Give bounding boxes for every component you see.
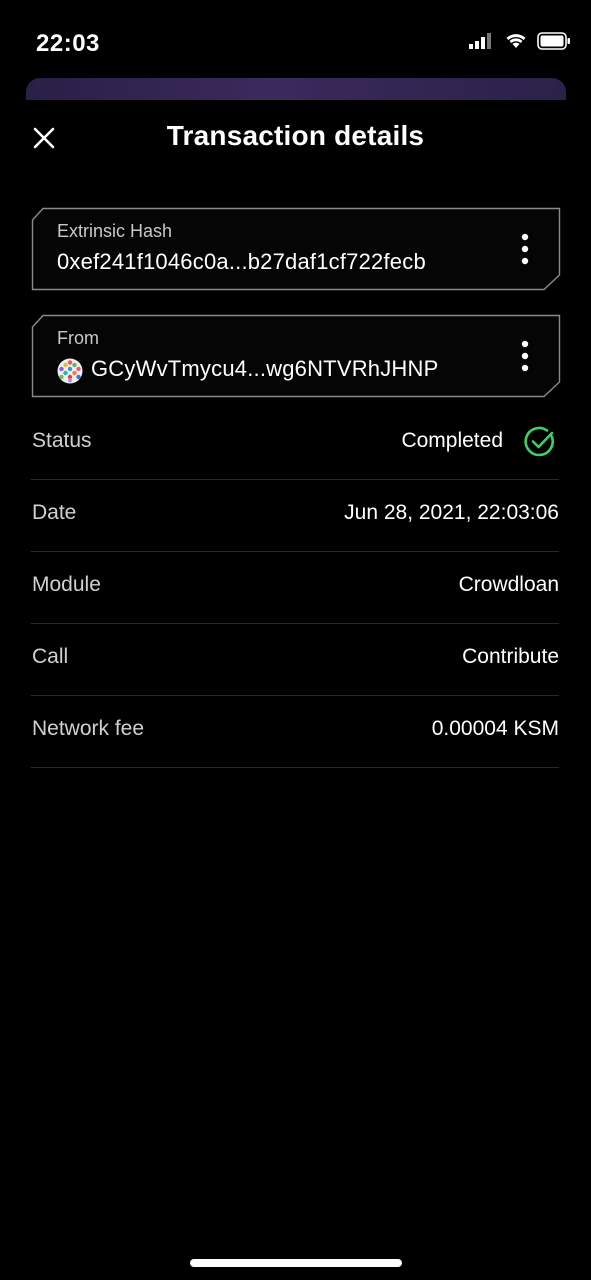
from-field[interactable]: From GCyWvTmycu4...wg6NTVRhJHNP <box>31 314 561 398</box>
network-fee-row: Network fee 0.00004 KSM <box>31 695 559 768</box>
status-label: Status <box>32 429 92 452</box>
home-indicator[interactable] <box>190 1259 402 1267</box>
extrinsic-hash-label: Extrinsic Hash <box>57 221 173 241</box>
call-value: Contribute <box>462 645 559 668</box>
module-label: Module <box>32 573 101 596</box>
signal-icon <box>469 33 491 49</box>
module-value: Crowdloan <box>458 573 559 596</box>
network-fee-label: Network fee <box>32 717 145 740</box>
status-row: Status Completed <box>31 407 559 480</box>
status-value: Completed <box>401 429 503 452</box>
from-address-value: GCyWvTmycu4...wg6NTVRhJHNP <box>91 356 439 381</box>
identicon-avatar <box>57 358 83 384</box>
status-icons <box>469 32 571 50</box>
more-vertical-icon <box>521 233 529 265</box>
from-more-button[interactable] <box>519 340 531 372</box>
call-label: Call <box>32 645 69 668</box>
extrinsic-hash-field[interactable]: Extrinsic Hash 0xef241f1046c0a...b27daf1… <box>31 207 561 291</box>
from-label: From <box>57 328 99 348</box>
status-time: 22:03 <box>36 30 100 57</box>
date-row: Date Jun 28, 2021, 22:03:06 <box>31 479 559 552</box>
check-circle-icon <box>524 426 554 457</box>
call-row: Call Contribute <box>31 623 559 696</box>
more-vertical-icon <box>521 340 529 372</box>
page-title: Transaction details <box>166 120 425 151</box>
battery-icon <box>537 32 570 50</box>
date-label: Date <box>32 501 77 524</box>
module-row: Module Crowdloan <box>31 551 559 624</box>
hash-more-button[interactable] <box>519 233 531 265</box>
status-bar: 22:03 <box>0 0 591 80</box>
network-fee-value: 0.00004 KSM <box>431 717 559 740</box>
sheet-background <box>26 78 566 100</box>
extrinsic-hash-value: 0xef241f1046c0a...b27daf1cf722fecb <box>57 249 426 274</box>
date-value: Jun 28, 2021, 22:03:06 <box>344 501 559 524</box>
wifi-icon <box>506 34 526 48</box>
